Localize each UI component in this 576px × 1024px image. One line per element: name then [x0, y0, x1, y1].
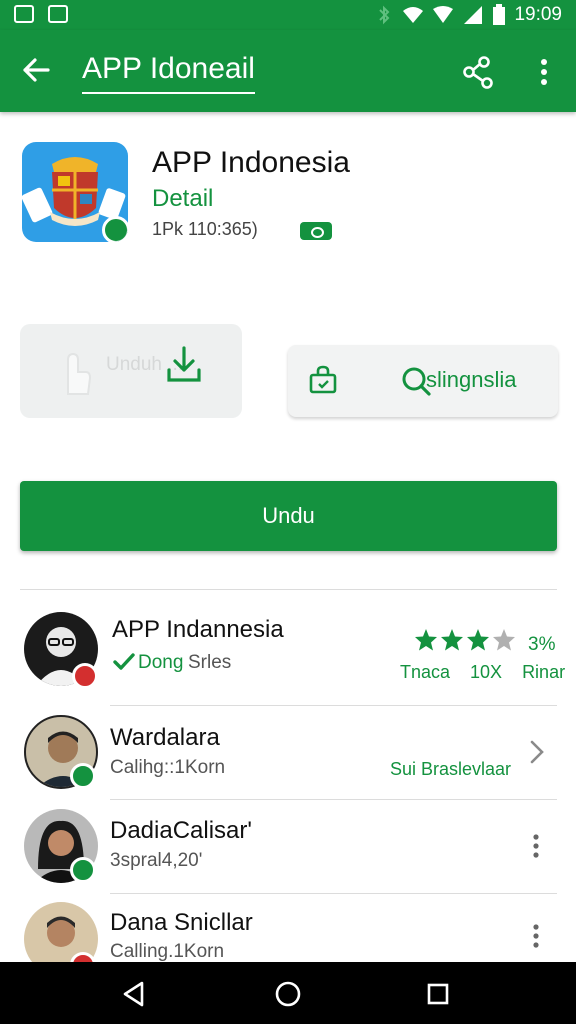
download-icon	[167, 346, 201, 382]
divider	[110, 705, 557, 706]
check-icon	[113, 653, 135, 670]
cellular-icon	[464, 6, 483, 24]
divider	[110, 893, 557, 894]
search-button[interactable]: slingnslia	[288, 345, 558, 417]
status-bar: 19:09	[0, 0, 576, 30]
signal-icon	[433, 6, 454, 23]
row-title: DadiaCalisar'	[110, 817, 252, 844]
more-vert-icon[interactable]	[528, 922, 544, 950]
row-subtitle: Calling.1Korn	[110, 941, 225, 962]
row-title: Dana Snicllar	[110, 909, 253, 936]
rating-meta-item: Rinar	[522, 662, 566, 682]
more-vert-icon[interactable]	[530, 54, 558, 90]
bag-icon	[309, 365, 337, 394]
row-subtitle: Srles	[188, 652, 232, 673]
back-arrow-icon[interactable]	[18, 52, 54, 88]
rating-stars	[414, 628, 516, 652]
notification-icon	[48, 5, 68, 23]
app-subtitle[interactable]: Detail	[152, 185, 213, 213]
app-bar: APP Idoneail	[0, 30, 576, 112]
gallery-icon	[14, 5, 34, 23]
status-time: 19:09	[514, 4, 562, 25]
meta-badge	[300, 222, 332, 240]
row-title: APP Indannesia	[112, 616, 284, 643]
more-vert-icon[interactable]	[528, 832, 544, 860]
check-badge	[72, 663, 98, 689]
row-status: Dong	[138, 652, 184, 673]
rating-meta: Tnaca 10X Rinar	[400, 662, 565, 683]
wifi-icon	[403, 7, 424, 23]
navigation-bar	[0, 962, 576, 1024]
install-button[interactable]: Undu	[20, 481, 557, 551]
rating-value: 3%	[528, 634, 556, 655]
hand-icon	[67, 352, 92, 395]
divider	[20, 589, 557, 590]
star-icon	[493, 629, 515, 651]
verified-badge	[70, 857, 96, 883]
row-title: Wardalara	[110, 724, 220, 751]
star-icon	[441, 629, 463, 651]
app-logo[interactable]	[22, 142, 128, 242]
nav-recents-icon[interactable]	[426, 982, 450, 1006]
star-icon	[415, 629, 437, 651]
bluetooth-icon	[379, 5, 390, 25]
verified-badge	[102, 216, 128, 242]
star-icon	[467, 629, 489, 651]
search-button-label: slingnslia	[426, 367, 517, 392]
rating-meta-item: 10X	[470, 662, 503, 682]
ghost-download-button[interactable]: Unduh ...	[20, 324, 242, 418]
row-subtitle: 3spral4,20'	[110, 850, 203, 871]
divider	[110, 799, 557, 800]
verified-badge	[70, 763, 96, 789]
rating-meta-item: Tnaca	[400, 662, 451, 682]
app-bar-title: APP Idoneail	[82, 52, 255, 94]
row-right-label: Sui Braslevlaar	[390, 759, 512, 779]
share-icon[interactable]	[460, 54, 496, 90]
app-name: APP Indonesia	[152, 146, 350, 179]
chevron-right-icon[interactable]	[528, 738, 546, 766]
app-meta: 1Pk 110:365)	[152, 219, 258, 239]
row-subtitle: Calihg::1Korn	[110, 757, 226, 778]
nav-home-icon[interactable]	[274, 980, 302, 1008]
nav-back-icon[interactable]	[120, 980, 148, 1008]
battery-icon	[493, 4, 506, 25]
